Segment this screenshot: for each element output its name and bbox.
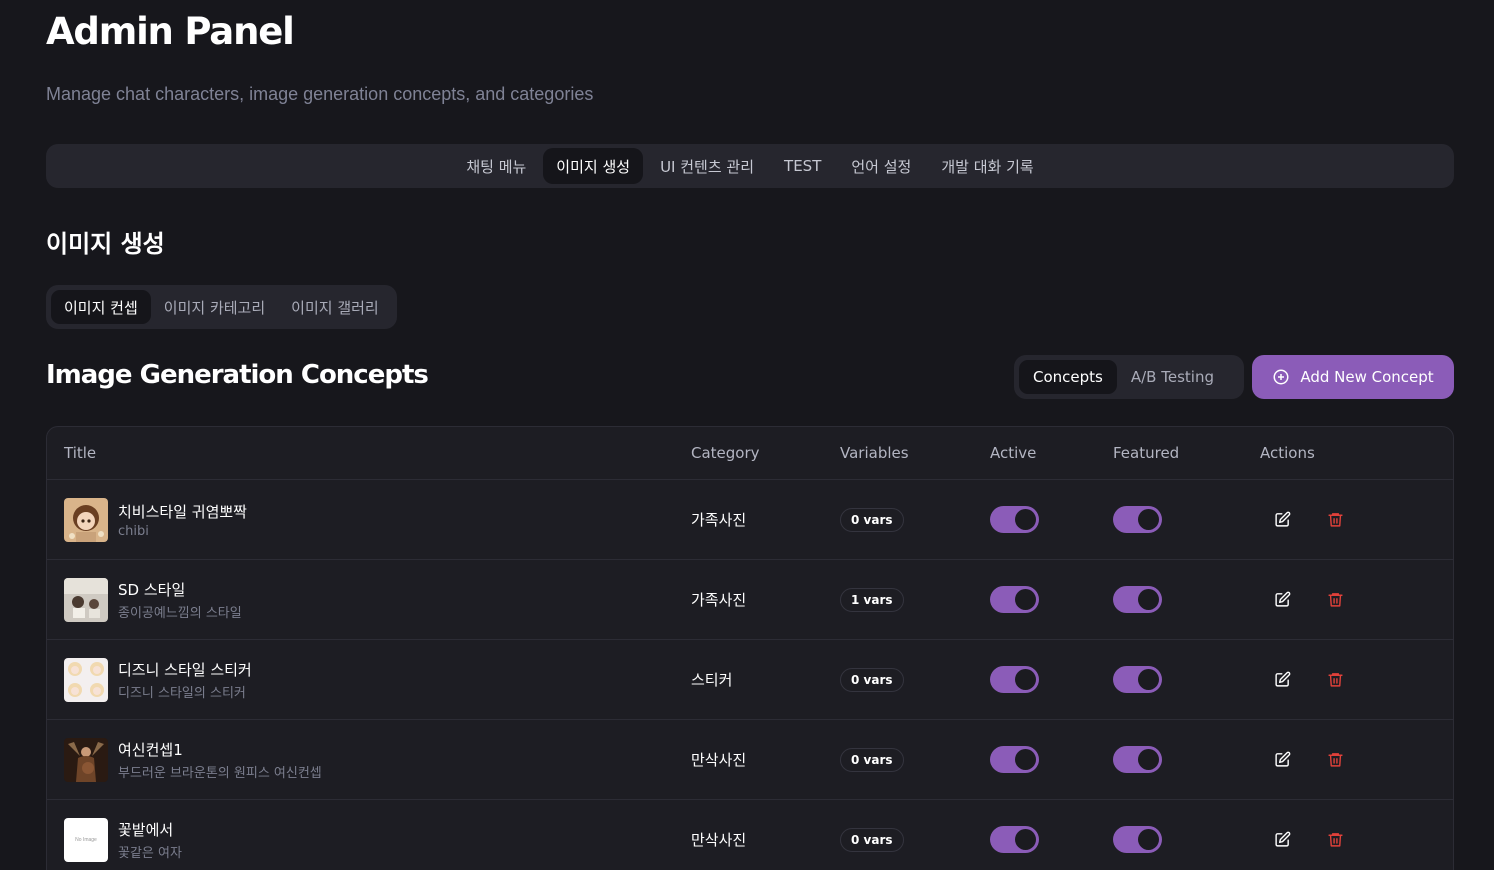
tab-ab-testing[interactable]: A/B Testing: [1117, 360, 1228, 394]
table-header: Title Category Variables Active Featured…: [47, 427, 1453, 480]
toggle-knob: [1015, 669, 1036, 690]
vars-badge: 0 vars: [840, 667, 904, 692]
title-cell: SD 스타일 종이공예느낌의 스타일: [47, 577, 691, 622]
toggle-knob: [1015, 589, 1036, 610]
concept-title: SD 스타일: [118, 580, 186, 599]
tab-dev-chat-log[interactable]: 개발 대화 기록: [928, 148, 1046, 184]
toggle-knob: [1138, 829, 1159, 850]
toggle-knob: [1015, 509, 1036, 530]
edit-icon[interactable]: [1272, 510, 1292, 530]
tab-chat-menu[interactable]: 채팅 메뉴: [453, 148, 539, 184]
concept-thumbnail: [64, 577, 108, 622]
column-header-actions: Actions: [1260, 444, 1315, 462]
concept-subtitle: chibi: [118, 523, 149, 539]
title-cell: 치비스타일 귀염뽀짝 chibi: [47, 497, 691, 542]
concept-title: 치비스타일 귀염뽀짝: [118, 502, 247, 521]
concepts-table: Title Category Variables Active Featured…: [46, 426, 1454, 870]
table-row: SD 스타일 종이공예느낌의 스타일 가족사진 1 vars: [47, 560, 1453, 640]
concept-title: 꽃밭에서: [118, 820, 174, 839]
title-cell: 디즈니 스타일 스티커 디즈니 스타일의 스티커: [47, 657, 691, 702]
trash-icon[interactable]: [1325, 830, 1345, 850]
category-text: 스티커: [691, 671, 733, 689]
title-cell: 여신컨셉1 부드러운 브라운톤의 원피스 여신컨셉: [47, 737, 691, 782]
edit-icon[interactable]: [1272, 830, 1292, 850]
view-toggle: Concepts A/B Testing: [1014, 355, 1244, 399]
add-new-concept-button[interactable]: Add New Concept: [1252, 355, 1454, 399]
toggle-knob: [1138, 509, 1159, 530]
active-toggle[interactable]: [990, 826, 1039, 853]
vars-badge: 0 vars: [840, 507, 904, 532]
featured-toggle[interactable]: [1113, 506, 1162, 533]
subtab-image-gallery[interactable]: 이미지 갤러리: [278, 290, 392, 324]
trash-icon[interactable]: [1325, 590, 1345, 610]
sub-tabs: 이미지 컨셉 이미지 카테고리 이미지 갤러리: [46, 285, 397, 329]
tab-image-generation[interactable]: 이미지 생성: [543, 148, 644, 184]
column-header-active[interactable]: Active: [990, 444, 1113, 462]
concepts-heading: Image Generation Concepts: [46, 360, 429, 390]
concept-subtitle: 종이공예느낌의 스타일: [118, 605, 242, 621]
concept-subtitle: 부드러운 브라운톤의 원피스 여신컨셉: [118, 765, 322, 781]
table-row: 여신컨셉1 부드러운 브라운톤의 원피스 여신컨셉 만삭사진 0 vars: [47, 720, 1453, 800]
section-title: 이미지 생성: [46, 230, 165, 258]
toggle-knob: [1138, 589, 1159, 610]
featured-toggle[interactable]: [1113, 826, 1162, 853]
page-title: Admin Panel: [46, 10, 295, 53]
tab-test[interactable]: TEST: [771, 148, 834, 184]
featured-toggle[interactable]: [1113, 746, 1162, 773]
featured-toggle[interactable]: [1113, 666, 1162, 693]
plus-circle-icon: [1273, 369, 1289, 385]
table-row: 디즈니 스타일 스티커 디즈니 스타일의 스티커 스티커 0 vars: [47, 640, 1453, 720]
subtab-image-category[interactable]: 이미지 카테고리: [151, 290, 278, 324]
concept-thumbnail: [64, 737, 108, 782]
tab-ui-content[interactable]: UI 컨텐츠 관리: [647, 148, 767, 184]
toggle-knob: [1015, 749, 1036, 770]
title-cell: No Image 꽃밭에서 꽃같은 여자: [47, 817, 691, 862]
column-header-title[interactable]: Title: [47, 444, 691, 462]
category-text: 가족사진: [691, 591, 747, 609]
active-toggle[interactable]: [990, 666, 1039, 693]
concept-subtitle: 디즈니 스타일의 스티커: [118, 685, 246, 701]
vars-badge: 0 vars: [840, 827, 904, 852]
edit-icon[interactable]: [1272, 590, 1292, 610]
tab-language[interactable]: 언어 설정: [838, 148, 924, 184]
concept-title: 여신컨셉1: [118, 740, 183, 759]
trash-icon[interactable]: [1325, 670, 1345, 690]
vars-badge: 1 vars: [840, 587, 904, 612]
table-row: 치비스타일 귀염뽀짝 chibi 가족사진 0 vars: [47, 480, 1453, 560]
concept-thumbnail: [64, 657, 108, 702]
active-toggle[interactable]: [990, 586, 1039, 613]
toggle-knob: [1138, 669, 1159, 690]
category-text: 가족사진: [691, 511, 747, 529]
concept-thumbnail-placeholder: No Image: [64, 817, 108, 862]
edit-icon[interactable]: [1272, 750, 1292, 770]
subtab-image-concept[interactable]: 이미지 컨셉: [51, 290, 151, 324]
active-toggle[interactable]: [990, 506, 1039, 533]
concept-title: 디즈니 스타일 스티커: [118, 660, 252, 679]
no-image-label: No Image: [75, 836, 97, 843]
edit-icon[interactable]: [1272, 670, 1292, 690]
table-row: No Image 꽃밭에서 꽃같은 여자 만삭사진 0 vars: [47, 800, 1453, 870]
column-header-featured[interactable]: Featured: [1113, 444, 1260, 462]
concept-thumbnail: [64, 497, 108, 542]
vars-badge: 0 vars: [840, 747, 904, 772]
toggle-knob: [1138, 749, 1159, 770]
add-button-label: Add New Concept: [1300, 368, 1434, 386]
concept-subtitle: 꽃같은 여자: [118, 845, 182, 861]
toggle-knob: [1015, 829, 1036, 850]
trash-icon[interactable]: [1325, 510, 1345, 530]
featured-toggle[interactable]: [1113, 586, 1162, 613]
tab-concepts[interactable]: Concepts: [1019, 360, 1117, 394]
category-text: 만삭사진: [691, 751, 747, 769]
category-text: 만삭사진: [691, 831, 747, 849]
active-toggle[interactable]: [990, 746, 1039, 773]
column-header-variables[interactable]: Variables: [840, 444, 990, 462]
page-subtitle: Manage chat characters, image generation…: [46, 84, 594, 104]
column-header-category[interactable]: Category: [691, 444, 840, 462]
trash-icon[interactable]: [1325, 750, 1345, 770]
main-nav: 채팅 메뉴 이미지 생성 UI 컨텐츠 관리 TEST 언어 설정 개발 대화 …: [46, 144, 1454, 188]
